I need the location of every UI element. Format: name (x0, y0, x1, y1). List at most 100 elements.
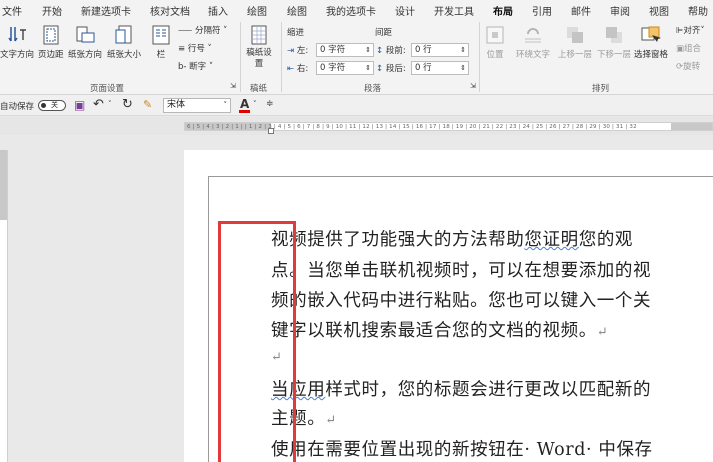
indent-left-icon: ⇥ (287, 46, 297, 56)
ribbon: 文字方向 页边距 纸张方向 纸张大小 栏 ⸺ 分隔符 ˅ ≡ 行号 ˅ b‑ 断… (0, 18, 713, 95)
draft-settings-button[interactable]: 稿纸设置 (246, 24, 272, 70)
doc-line-8[interactable]: 使用在需要位置出现的新按钮在· Word· 中保存 (271, 436, 653, 461)
doc-line-4[interactable]: 键字以联机搜索最适合您的文档的视频。↵ (271, 317, 608, 342)
paragraph-group-label: 段落 (364, 84, 382, 94)
indent-right-field[interactable]: 0 字符 ⇕ (316, 61, 374, 75)
tab-insert[interactable]: 插入 (208, 3, 228, 18)
text-direction-icon (8, 27, 26, 42)
group-button[interactable]: ▣组合 (676, 42, 701, 54)
size-button[interactable]: 纸张大小 (107, 24, 141, 60)
bring-forward-button[interactable]: 上移一层 (558, 24, 592, 60)
tab-layout[interactable]: 布局 (493, 3, 513, 22)
chevron-down-icon: ˅ (223, 101, 228, 109)
tab-help[interactable]: 帮助 (688, 3, 708, 18)
spacing-before-label: ↕ 段前: (376, 46, 406, 56)
autosave-label: 自动保存 (0, 102, 35, 112)
doc-line-1[interactable]: 视频提供了功能强大的方法帮助您证明您的观 (271, 226, 633, 251)
position-icon (486, 26, 504, 44)
orientation-button[interactable]: 纸张方向 (68, 24, 102, 60)
page-setup-launcher-icon[interactable]: ⇲ (230, 82, 236, 90)
spinner-icon[interactable]: ⇕ (365, 44, 371, 56)
indent-left-field[interactable]: 0 字符 ⇕ (316, 43, 374, 57)
position-button[interactable]: 位置 (484, 24, 506, 60)
wrap-text-button[interactable]: 环绕文字 (516, 24, 550, 60)
font-name-select[interactable]: 宋体 ˅ (163, 98, 231, 113)
tab-my-tab[interactable]: 我的选项卡 (326, 3, 376, 18)
ruler-row: 6 | 5 | 4 | 3 | 2 | 1 | | 1 | 2 | 3 | 4 … (0, 117, 713, 135)
spinner-icon[interactable]: ⇕ (460, 62, 466, 74)
tab-review-doc[interactable]: 核对文档 (150, 3, 190, 18)
tab-developer[interactable]: 开发工具 (434, 3, 474, 18)
spacing-label: 间距 (375, 28, 393, 38)
ribbon-tab-bar: 文件 开始 新建选项卡 核对文档 插入 绘图 绘图 我的选项卡 设计 开发工具 … (0, 0, 713, 22)
spinner-icon[interactable]: ⇕ (460, 44, 466, 56)
quick-access-toolbar: 自动保存 关 ▣ ↶ ˅ ↻ ✎ 宋体 ˅ A ˅ ≑ (0, 95, 713, 116)
doc-line-2[interactable]: 点。当您单击联机视频时，可以在想要添加的视 (271, 257, 651, 282)
tab-home[interactable]: 开始 (42, 3, 62, 18)
line-numbers-icon: ≡ (178, 44, 188, 54)
separator (281, 22, 282, 92)
tab-file[interactable]: 文件 (2, 3, 22, 18)
indent-label: 缩进 (287, 28, 305, 38)
send-backward-icon (606, 27, 622, 43)
tab-references[interactable]: 引用 (532, 3, 552, 18)
columns-icon (152, 25, 170, 45)
line-numbers-button[interactable]: ≡ 行号 ˅ (178, 42, 212, 54)
arrange-group-label: 排列 (592, 84, 610, 94)
indent-left-label: ⇥ 左: (287, 46, 309, 56)
spacing-after-label: ↕ 段后: (376, 64, 406, 74)
spacing-after-icon: ↕ (376, 64, 386, 74)
indent-right-label: ⇤ 右: (287, 64, 309, 74)
selection-pane-button[interactable]: 选择窗格 (634, 24, 668, 60)
tab-design[interactable]: 设计 (395, 3, 415, 18)
indent-right-icon: ⇤ (287, 64, 297, 74)
spacing-before-field[interactable]: 0 行 ⇕ (411, 43, 469, 57)
spacing-before-icon: ↕ (376, 46, 386, 56)
margins-button[interactable]: 页边距 (38, 24, 64, 60)
rotate-button[interactable]: ⟳旋转 (676, 60, 700, 72)
spacing-after-field[interactable]: 0 行 ⇕ (411, 61, 469, 75)
page-setup-group-label: 页面设置 (90, 84, 125, 94)
tab-new-tab[interactable]: 新建选项卡 (81, 3, 131, 18)
indent-marker[interactable] (268, 128, 274, 134)
tab-draw-2[interactable]: 绘图 (287, 3, 307, 18)
format-painter-icon[interactable]: ✎ (143, 98, 152, 111)
doc-line-6[interactable]: 当应用样式时，您的标题会进行更改以匹配新的 (271, 376, 651, 401)
red-highlight-box (218, 221, 296, 462)
tab-draw[interactable]: 绘图 (247, 3, 267, 18)
breaks-button[interactable]: ⸺ 分隔符 ˅ (178, 24, 227, 36)
separator (479, 22, 480, 92)
save-icon[interactable]: ▣ (74, 98, 85, 112)
draft-group-label: 稿纸 (250, 84, 268, 94)
hyphenation-button[interactable]: b‑ 断字 ˅ (178, 60, 213, 72)
undo-icon[interactable]: ↶ (93, 97, 104, 112)
paragraph-launcher-icon[interactable]: ⇲ (470, 82, 476, 90)
undo-dropdown-icon[interactable]: ˅ (108, 100, 112, 108)
group-icon: ▣ (676, 44, 685, 54)
font-color-button[interactable]: A (240, 97, 249, 111)
tab-view[interactable]: 视图 (649, 3, 669, 18)
breaks-icon: ⸺ (178, 26, 195, 36)
tab-mailings[interactable]: 邮件 (571, 3, 591, 18)
bring-forward-icon (567, 27, 583, 43)
doc-line-3[interactable]: 频的嵌入代码中进行粘贴。您也可以键入一个关 (271, 287, 651, 312)
send-backward-button[interactable]: 下移一层 (597, 24, 631, 60)
autosave-toggle[interactable]: 关 (38, 100, 66, 111)
ruler-margin-right (671, 123, 712, 130)
tab-review[interactable]: 审阅 (610, 3, 630, 18)
text-direction-button[interactable]: 文字方向 (0, 24, 34, 60)
draft-paper-icon (251, 25, 267, 45)
vertical-ruler[interactable] (0, 150, 8, 462)
hyphenation-icon: b‑ (178, 62, 190, 72)
align-button[interactable]: ⊫对齐˅ (676, 24, 705, 36)
orientation-icon (76, 26, 95, 43)
redo-icon[interactable]: ↻ (122, 97, 133, 112)
customize-qat-icon[interactable]: ≑ (266, 99, 274, 109)
selection-pane-icon (641, 26, 661, 42)
spinner-icon[interactable]: ⇕ (365, 62, 371, 74)
font-color-dropdown-icon[interactable]: ˅ (253, 100, 257, 108)
separator (240, 22, 241, 92)
horizontal-ruler[interactable]: 6 | 5 | 4 | 3 | 2 | 1 | | 1 | 2 | 3 | 4 … (184, 122, 713, 131)
vruler-margin (0, 150, 7, 220)
columns-button[interactable]: 栏 (150, 24, 172, 60)
